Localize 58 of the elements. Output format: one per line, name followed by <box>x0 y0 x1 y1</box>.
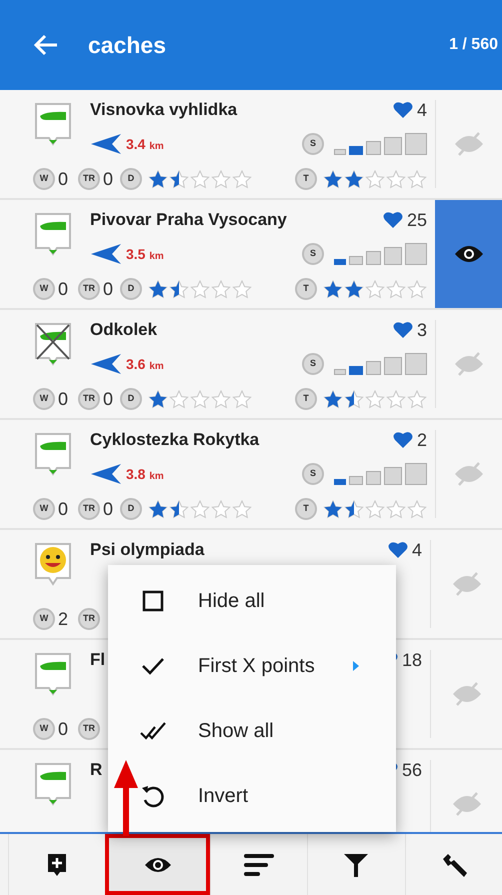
stat-badge: TR <box>78 388 100 410</box>
stat-badge: W <box>33 608 55 630</box>
cache-name: Cyklostezka Rokytka <box>90 429 260 452</box>
trackable-count: 0 <box>103 498 114 520</box>
favorites-count: 3 <box>416 318 427 342</box>
waypoint-count: 0 <box>58 388 68 410</box>
stat-badge: S <box>302 463 324 485</box>
stat-badge: TR <box>78 608 100 630</box>
favorites-count: 56 <box>402 758 422 782</box>
favorites-count: 4 <box>412 538 422 562</box>
stat-badge: TR <box>78 278 100 300</box>
stat-badge: TR <box>78 498 100 520</box>
distance: 3.8 km <box>126 464 164 484</box>
waypoint-count: 2 <box>58 608 68 630</box>
favorites-count: 2 <box>416 428 427 452</box>
menu-item-label: Invert <box>198 784 250 809</box>
stat-badge: W <box>33 168 55 190</box>
stat-badge: S <box>302 243 324 265</box>
waypoint-count: 0 <box>58 718 68 740</box>
stat-badge: W <box>33 718 55 740</box>
stat-badge: TR <box>78 718 100 740</box>
stat-badge: T <box>295 388 317 410</box>
waypoint-count: 0 <box>58 498 68 520</box>
stat-badge: T <box>295 498 317 520</box>
cache-name: Odkolek <box>90 319 158 342</box>
menu-item-label: Show all <box>198 718 275 744</box>
cache-name: Pivovar Praha Vysocany <box>90 209 287 232</box>
stat-badge: T <box>295 278 317 300</box>
distance: 3.6 km <box>126 354 164 374</box>
trackable-count: 0 <box>103 388 114 410</box>
waypoint-count: 0 <box>58 168 68 190</box>
stat-badge: D <box>120 168 142 190</box>
stat-badge: S <box>302 133 324 155</box>
distance: 3.4 km <box>126 134 164 154</box>
screen-title: caches <box>88 30 168 60</box>
result-count: 1 / 560 <box>449 35 498 55</box>
favorites-count: 18 <box>402 648 422 672</box>
cache-name: Fl <box>90 649 106 672</box>
stat-badge: D <box>120 388 142 410</box>
favorites-count: 4 <box>416 98 427 122</box>
stat-badge: W <box>33 278 55 300</box>
trackable-count: 0 <box>103 278 114 300</box>
trackable-count: 0 <box>103 168 114 190</box>
stat-badge: W <box>33 388 55 410</box>
stat-badge: W <box>33 498 55 520</box>
favorites-count: 25 <box>406 208 427 232</box>
stat-badge: D <box>120 498 142 520</box>
cache-name: Visnovka vyhlidka <box>90 99 238 122</box>
distance: 3.5 km <box>126 244 164 264</box>
cache-name: R <box>90 759 102 782</box>
stat-badge: D <box>120 278 142 300</box>
stat-badge: T <box>295 168 317 190</box>
stat-badge: TR <box>78 168 100 190</box>
cache-name: Psi olympiada <box>90 539 204 562</box>
stat-badge: S <box>302 353 324 375</box>
menu-item-label: First X points <box>198 654 316 680</box>
waypoint-count: 0 <box>58 278 68 300</box>
menu-item-label: Hide all <box>198 589 266 614</box>
